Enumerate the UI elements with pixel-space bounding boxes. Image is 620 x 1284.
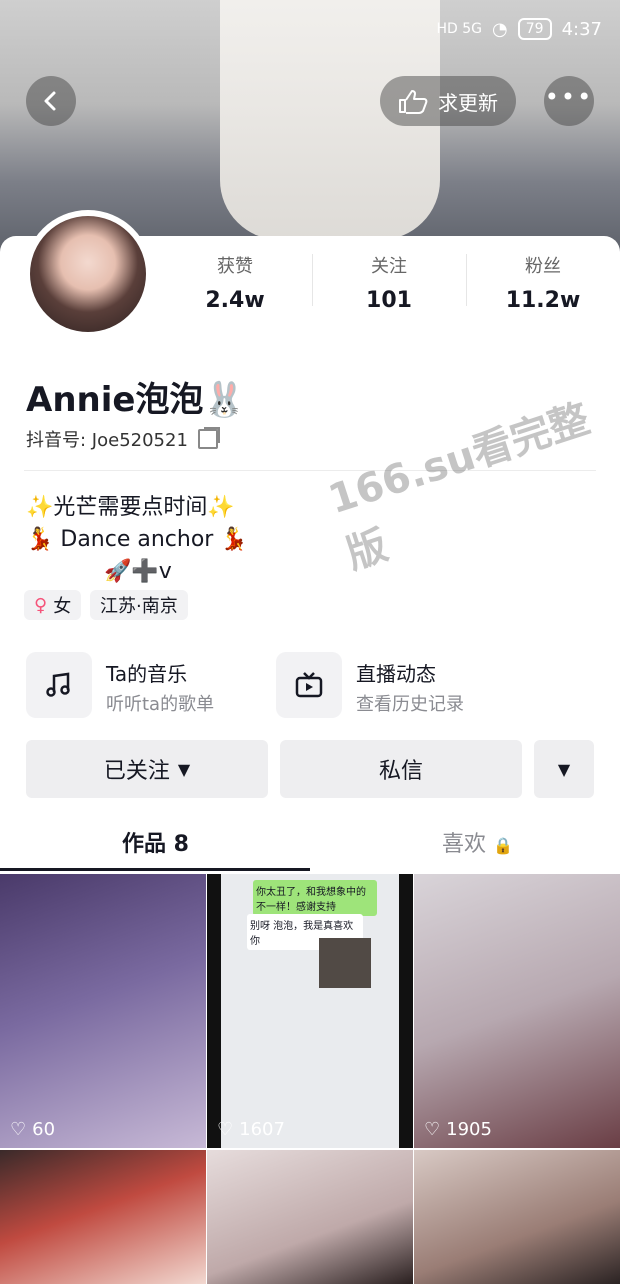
user-id-prefix: 抖音号: [26,430,92,451]
bio-line: 💃 Dance anchor 💃 [26,527,248,552]
gender-label: 女 [53,596,72,617]
more-button[interactable]: ••• [544,76,594,126]
gender-tag: ♀ 女 [24,590,82,620]
music-subtitle: 听听ta的歌单 [106,694,215,715]
live-title: 直播动态 [356,662,436,686]
tv-icon [295,672,323,698]
video-like-count: 1607 [239,1119,285,1140]
more-actions-button[interactable]: ▼ [534,740,594,798]
video-tile[interactable] [414,1150,620,1284]
avatar-image [30,216,146,332]
stat-fans[interactable]: 粉丝 11.2w [468,252,618,313]
more-dots-icon: ••• [544,83,594,111]
stat-following-value: 101 [366,288,412,313]
chat-backdrop [399,874,413,1148]
video-tile[interactable]: ♡ 60 [0,874,206,1148]
hand-point-icon [399,90,428,114]
location-label: 江苏·南京 [100,596,178,617]
video-likes: ♡ 1905 [424,1119,492,1140]
music-note-icon [46,672,70,697]
tab-indicator [0,868,310,871]
caret-down-icon: ▼ [557,759,571,779]
video-grid: ♡ 60 你太丑了，和我想象中的不一样！感谢支持 别呀 泡泡，我是真喜欢你 ♡ … [0,872,620,1284]
battery-indicator: 79 [517,18,552,40]
video-tile[interactable]: 你太丑了，和我想象中的不一样！感谢支持 别呀 泡泡，我是真喜欢你 ♡ 1607 [207,874,413,1148]
music-icon-box [26,652,92,718]
stat-fans-value: 11.2w [505,288,581,313]
wifi-icon: ◔ [492,18,508,40]
heart-icon: ♡ [217,1119,234,1140]
following-label: 已关注 [103,759,170,784]
video-tile[interactable] [0,1150,206,1284]
stat-likes[interactable]: 获赞 2.4w [160,252,310,313]
request-update-button[interactable]: 求更新 [380,76,516,126]
tab-likes-label: 喜欢 [442,832,487,857]
video-tile[interactable]: ♡ 1905 [414,874,620,1148]
tab-works[interactable]: 作品 8 [122,826,189,858]
video-tile[interactable] [207,1150,413,1284]
back-arrow-icon [44,91,56,111]
female-icon: ♀ [34,594,48,616]
chat-backdrop [207,874,221,1148]
bio-line: ✨光芒需要点时间✨ [26,495,235,520]
message-label: 私信 [378,759,423,784]
stat-following[interactable]: 关注 101 [314,252,464,313]
lock-icon: 🔒 [493,836,513,855]
stat-likes-value: 2.4w [205,288,265,313]
message-button[interactable]: 私信 [280,740,522,798]
user-id-row: 抖音号: Joe520521 [26,426,218,452]
video-like-count: 1905 [446,1119,492,1140]
live-subtitle: 查看历史记录 [356,694,464,715]
request-update-label: 求更新 [438,90,498,115]
stat-likes-label: 获赞 [217,256,253,277]
avatar[interactable] [24,210,152,338]
live-icon-box [276,652,342,718]
back-button[interactable] [26,76,76,126]
divider [312,254,313,306]
music-title: Ta的音乐 [106,662,188,686]
stat-following-label: 关注 [371,256,407,277]
user-id-value: Joe520521 [91,430,188,451]
stat-fans-label: 粉丝 [525,256,561,277]
music-entry[interactable]: Ta的音乐 听听ta的歌单 [26,652,276,722]
status-bar: HD 5G ◔ 79 4:37 [0,18,620,58]
chat-image [319,938,371,988]
divider [466,254,467,306]
following-button[interactable]: 已关注 ▼ [26,740,268,798]
copy-icon[interactable] [197,429,218,449]
signal-indicator: HD 5G [436,21,483,37]
bio-line: 🚀➕v [104,559,172,584]
profile-name: Annie泡泡🐰 [26,380,246,420]
location-tag: 江苏·南京 [90,590,188,620]
video-likes: ♡ 60 [10,1119,55,1140]
clock: 4:37 [561,18,602,40]
bio: ✨光芒需要点时间✨ 💃 Dance anchor 💃 🚀➕v [26,492,248,588]
live-history-entry[interactable]: 直播动态 查看历史记录 [276,652,526,722]
video-like-count: 60 [32,1119,56,1140]
caret-down-icon: ▼ [177,759,191,779]
tab-works-label: 作品 8 [122,832,189,857]
heart-icon: ♡ [10,1119,27,1140]
tab-likes[interactable]: 喜欢 🔒 [442,826,513,858]
chat-bubble: 你太丑了，和我想象中的不一样！感谢支持 [253,880,377,916]
video-likes: ♡ 1607 [217,1119,285,1140]
heart-icon: ♡ [424,1119,441,1140]
